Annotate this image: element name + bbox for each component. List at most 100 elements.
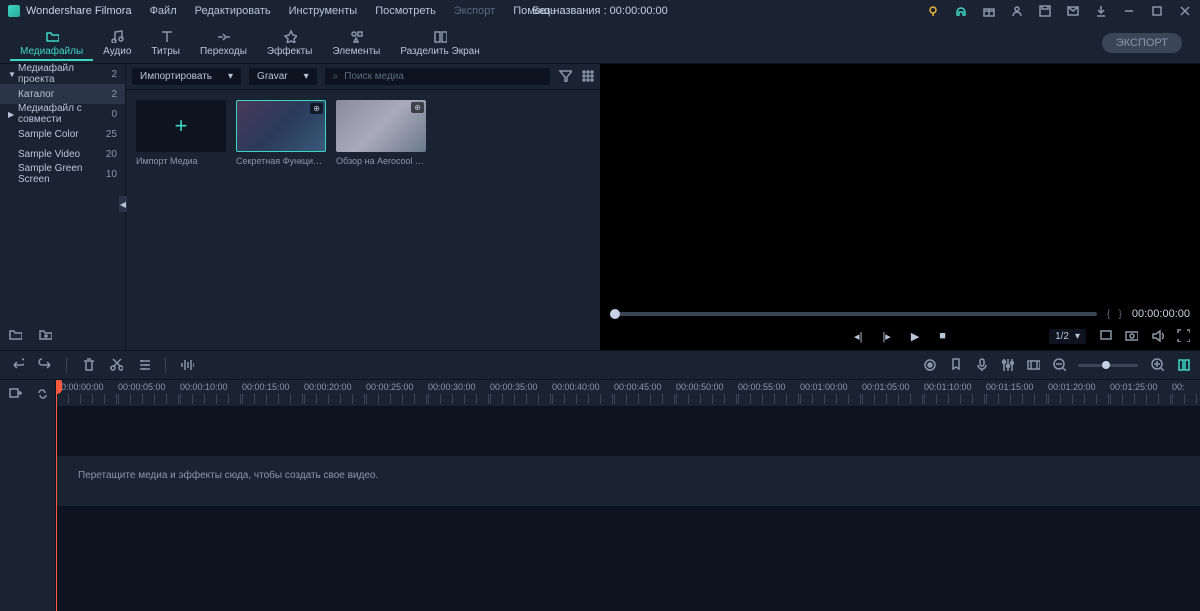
playhead[interactable] (56, 380, 57, 611)
zoom-out-icon[interactable] (1052, 357, 1066, 374)
gift-icon[interactable] (982, 4, 996, 18)
mixer-icon[interactable] (1000, 357, 1014, 374)
sidebar-item-color[interactable]: Sample Color 25 (0, 124, 125, 144)
timeline-tick: 00: (1172, 380, 1200, 406)
link-icon[interactable] (34, 385, 48, 402)
preview-time: 00:00:00:00 (1132, 308, 1190, 320)
redo-icon[interactable] (38, 357, 52, 374)
close-icon[interactable] (1178, 4, 1192, 18)
add-badge-icon[interactable]: ⊕ (411, 102, 424, 113)
next-frame-icon[interactable]: |▸ (882, 330, 890, 343)
adjust-icon[interactable] (137, 357, 151, 374)
timeline-tick: 00:00:15:00 (242, 380, 304, 406)
tab-media[interactable]: Медиафайлы (10, 24, 93, 61)
sidebar-collapse-button[interactable]: ◀ (119, 196, 127, 212)
sort-dropdown[interactable]: Gravar ▾ (249, 68, 317, 85)
menu-file[interactable]: Файл (150, 5, 177, 17)
zoom-in-icon[interactable] (1150, 357, 1164, 374)
mail-icon[interactable] (1066, 4, 1080, 18)
download-icon[interactable] (1094, 4, 1108, 18)
media-clip2[interactable]: ⊕ Обзор на Aerocool Bion... (336, 100, 426, 166)
stop-icon[interactable]: ■ (939, 330, 946, 342)
mic-icon[interactable] (974, 357, 988, 374)
headphone-icon[interactable] (954, 4, 968, 18)
tab-elements[interactable]: Элементы (322, 24, 390, 61)
media-panel: Импортировать ▾ Gravar ▾ ⌕ Поиск медиа +… (126, 64, 600, 350)
menu-tools[interactable]: Инструменты (289, 5, 358, 17)
zoom-slider[interactable] (1078, 364, 1138, 367)
timeline-tick: 00:00:45:00 (614, 380, 676, 406)
new-folder-icon[interactable] (8, 327, 22, 344)
tab-elements-label: Элементы (332, 46, 380, 57)
timeline-tick: 00:00:20:00 (304, 380, 366, 406)
search-input[interactable]: ⌕ Поиск медиа (325, 68, 550, 85)
project-title: Без названия : 00:00:00:00 (532, 5, 668, 17)
volume-icon[interactable] (1150, 328, 1164, 345)
undo-icon[interactable] (10, 357, 24, 374)
menu-view[interactable]: Посмотреть (375, 5, 436, 17)
menu-edit[interactable]: Редактировать (195, 5, 271, 17)
folder-icon (44, 28, 60, 44)
save-icon[interactable] (1038, 4, 1052, 18)
app-logo (8, 5, 20, 17)
sidebar-item-green[interactable]: Sample Green Screen 10 (0, 164, 125, 184)
sidebar-catalog-count: 2 (111, 89, 117, 100)
minimize-icon[interactable] (1122, 4, 1136, 18)
tab-split[interactable]: Разделить Экран (390, 24, 489, 61)
sidebar-item-video[interactable]: Sample Video 20 (0, 144, 125, 164)
maximize-icon[interactable] (1150, 4, 1164, 18)
crop-icon[interactable] (1098, 328, 1112, 345)
timeline-tick: 00:01:25:00 (1110, 380, 1172, 406)
timeline-tick: 00:00:40:00 (552, 380, 614, 406)
timeline-tick: 00:01:20:00 (1048, 380, 1110, 406)
sidebar-color-label: Sample Color (18, 129, 106, 140)
media-clip2-label: Обзор на Aerocool Bion... (336, 156, 426, 166)
cut-icon[interactable] (109, 357, 123, 374)
media-clip1[interactable]: ⊕ Секретная Функция W... (236, 100, 326, 166)
tab-transitions[interactable]: Переходы (190, 24, 257, 61)
prev-frame-icon[interactable]: ◂| (854, 330, 862, 343)
music-icon (109, 28, 125, 44)
tab-audio-label: Аудио (103, 46, 131, 57)
timeline-track[interactable] (56, 406, 1200, 456)
lightbulb-icon[interactable] (926, 4, 940, 18)
folder-plus-icon[interactable] (38, 327, 52, 344)
sidebar-item-compat[interactable]: ▶ Медиафайл с совмести 0 (0, 104, 125, 124)
tab-split-label: Разделить Экран (400, 46, 479, 57)
fit-icon[interactable] (1176, 357, 1190, 374)
chevron-right-icon: ▶ (8, 110, 18, 119)
timeline-track[interactable]: B : 🔒 👁 Перетащите медиа и эффекты сюда,… (56, 456, 1200, 506)
tab-titles[interactable]: Титры (141, 24, 190, 61)
tab-effects-label: Эффекты (267, 46, 312, 57)
frame-icon[interactable] (1026, 357, 1040, 374)
preview-video[interactable] (600, 64, 1200, 306)
media-import-tile[interactable]: + Импорт Медиа (136, 100, 226, 166)
sidebar-item-project[interactable]: ▼ Медиафайл проекта 2 (0, 64, 125, 84)
preview-scrubber[interactable] (610, 312, 1097, 316)
export-button[interactable]: ЭКСПОРТ (1102, 33, 1182, 53)
zoom-ratio-select[interactable]: 1/2▾ (1049, 329, 1086, 344)
play-icon[interactable]: ▶ (911, 330, 919, 343)
sidebar-item-catalog[interactable]: Каталог 2 (0, 84, 125, 104)
marker-controls[interactable]: { } (1107, 309, 1122, 320)
voice-icon[interactable] (180, 357, 194, 374)
fullscreen-icon[interactable] (1176, 328, 1190, 345)
grid-view-icon[interactable] (580, 68, 594, 85)
import-dropdown[interactable]: Импортировать ▾ (132, 68, 241, 85)
tab-effects[interactable]: Эффекты (257, 24, 322, 61)
add-badge-icon[interactable]: ⊕ (310, 103, 323, 114)
timeline-track[interactable]: A : 🔒 🔊 (56, 506, 1200, 556)
track-add-icon[interactable] (8, 385, 22, 402)
timeline-ruler[interactable]: 00:00:00:0000:00:05:0000:00:10:0000:00:1… (56, 380, 1200, 406)
record-icon[interactable] (922, 357, 936, 374)
delete-icon[interactable] (81, 357, 95, 374)
timeline-tick: 00:01:05:00 (862, 380, 924, 406)
timeline-drop-hint: Перетащите медиа и эффекты сюда, чтобы с… (78, 470, 378, 481)
snapshot-icon[interactable] (1124, 328, 1138, 345)
marker-icon[interactable] (948, 357, 962, 374)
user-icon[interactable] (1010, 4, 1024, 18)
sidebar-video-count: 20 (106, 149, 117, 160)
filter-icon[interactable] (558, 68, 572, 85)
menu-export[interactable]: Экспорт (454, 5, 495, 17)
tab-audio[interactable]: Аудио (93, 24, 141, 61)
